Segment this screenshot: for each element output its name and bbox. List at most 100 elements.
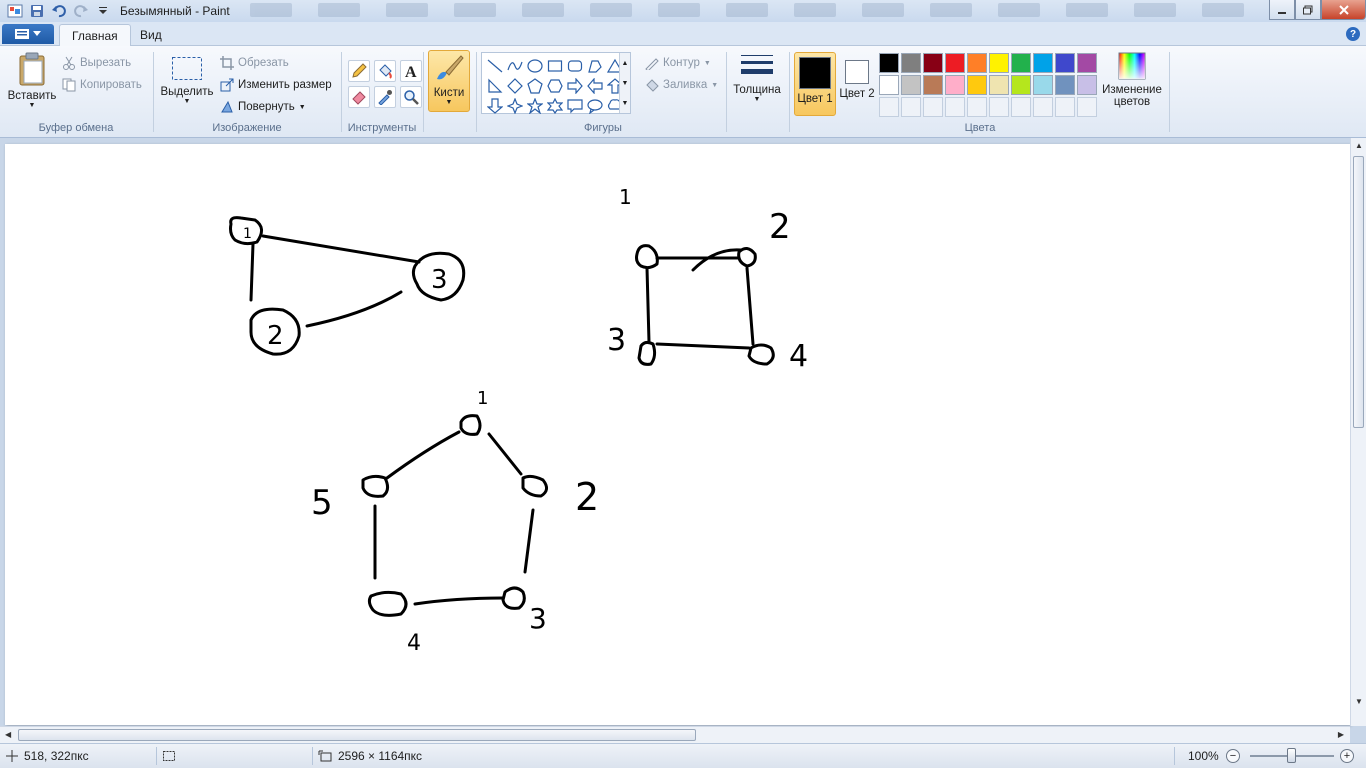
palette-swatch[interactable]: [967, 75, 987, 95]
scroll-right-arrow[interactable]: ▶: [1338, 730, 1344, 739]
palette-swatch[interactable]: [1011, 75, 1031, 95]
palette-swatch[interactable]: [923, 75, 943, 95]
palette-swatch[interactable]: [1077, 75, 1097, 95]
help-icon[interactable]: ?: [1346, 27, 1360, 41]
shape-right-triangle[interactable]: [485, 76, 505, 96]
horizontal-scrollbar[interactable]: ◀ ▶: [0, 726, 1350, 743]
custom-color-slot[interactable]: [1055, 97, 1075, 117]
custom-color-slot[interactable]: [879, 97, 899, 117]
color-picker-tool[interactable]: [374, 86, 396, 108]
zoom-in-button[interactable]: +: [1340, 749, 1354, 763]
crop-icon: [220, 56, 234, 70]
fill-tool[interactable]: [374, 60, 396, 82]
scroll-up-arrow[interactable]: ▲: [1355, 141, 1363, 150]
palette-swatch[interactable]: [1055, 75, 1075, 95]
palette-swatch[interactable]: [1011, 53, 1031, 73]
brushes-button[interactable]: Кисти ▼: [428, 50, 470, 112]
expand-gallery-icon[interactable]: ▼: [622, 100, 629, 107]
g3-edge-4-3: [413, 596, 505, 606]
palette-swatch[interactable]: [901, 53, 921, 73]
palette-swatch[interactable]: [967, 53, 987, 73]
palette-swatch[interactable]: [1033, 75, 1053, 95]
color2-button[interactable]: Цвет 2: [838, 52, 876, 116]
close-button[interactable]: [1321, 0, 1366, 20]
shape-arrow-left[interactable]: [585, 76, 605, 96]
shape-star-five[interactable]: [525, 96, 545, 116]
paint-menu-button[interactable]: [2, 24, 54, 44]
custom-color-slot[interactable]: [901, 97, 921, 117]
copy-button[interactable]: Копировать: [62, 78, 142, 92]
custom-color-slot[interactable]: [1033, 97, 1053, 117]
zoom-out-button[interactable]: −: [1226, 749, 1240, 763]
customize-qat-icon[interactable]: [94, 2, 112, 20]
palette-swatch[interactable]: [901, 75, 921, 95]
maximize-button[interactable]: [1295, 0, 1321, 20]
palette-swatch[interactable]: [945, 53, 965, 73]
vertical-scrollbar[interactable]: ▲ ▼: [1350, 138, 1366, 726]
rotate-button[interactable]: Повернуть ▼: [220, 100, 306, 114]
shape-rectangle[interactable]: [545, 56, 565, 76]
magnifier-tool[interactable]: [400, 86, 422, 108]
custom-color-slot[interactable]: [1077, 97, 1097, 117]
shape-polygon[interactable]: [585, 56, 605, 76]
shape-line[interactable]: [485, 56, 505, 76]
custom-color-slot[interactable]: [923, 97, 943, 117]
palette-swatch[interactable]: [1055, 53, 1075, 73]
pencil-tool[interactable]: [348, 60, 370, 82]
scroll-up-icon[interactable]: ▲: [622, 60, 629, 67]
shape-hexagon[interactable]: [545, 76, 565, 96]
cut-button[interactable]: Вырезать: [62, 56, 131, 70]
scroll-down-arrow[interactable]: ▼: [1355, 697, 1363, 706]
g2-stroke-extra: [691, 248, 743, 272]
custom-color-slot[interactable]: [1011, 97, 1031, 117]
crop-button[interactable]: Обрезать: [220, 56, 289, 70]
eyedropper-icon: [378, 90, 392, 105]
shapes-scroll[interactable]: ▲ ▼ ▼: [619, 53, 630, 113]
edit-colors-button[interactable]: Изменение цветов: [1100, 52, 1164, 108]
resize-button[interactable]: Изменить размер: [220, 78, 332, 92]
fill-button[interactable]: Заливка ▼: [645, 78, 718, 92]
outline-button[interactable]: Контур ▼: [645, 56, 711, 70]
tab-view[interactable]: Вид: [128, 24, 174, 46]
redo-icon[interactable]: [72, 2, 90, 20]
minimize-button[interactable]: [1269, 0, 1295, 20]
scroll-down-icon[interactable]: ▼: [622, 80, 629, 87]
vertical-scroll-thumb[interactable]: [1353, 156, 1364, 428]
shape-star-six[interactable]: [545, 96, 565, 116]
shape-diamond[interactable]: [505, 76, 525, 96]
shape-pentagon[interactable]: [525, 76, 545, 96]
shape-arrow-down[interactable]: [485, 96, 505, 116]
tab-home[interactable]: Главная: [59, 24, 131, 47]
palette-swatch[interactable]: [923, 53, 943, 73]
palette-swatch[interactable]: [945, 75, 965, 95]
horizontal-scroll-thumb[interactable]: [18, 729, 696, 741]
save-icon[interactable]: [28, 2, 46, 20]
thickness-button[interactable]: Толщина ▼: [730, 54, 784, 103]
color1-button[interactable]: Цвет 1: [794, 52, 836, 116]
eraser-tool[interactable]: [348, 86, 370, 108]
palette-swatch[interactable]: [989, 75, 1009, 95]
undo-icon[interactable]: [50, 2, 68, 20]
palette-swatch[interactable]: [879, 53, 899, 73]
palette-swatch[interactable]: [989, 53, 1009, 73]
custom-color-slot[interactable]: [945, 97, 965, 117]
palette-swatch[interactable]: [879, 75, 899, 95]
shape-curve[interactable]: [505, 56, 525, 76]
palette-swatch[interactable]: [1033, 53, 1053, 73]
shape-rounded-rectangle[interactable]: [565, 56, 585, 76]
drawing-canvas[interactable]: 1 3 2 1 2 3 4 1 2 3 4 5: [5, 144, 1350, 725]
select-button[interactable]: Выделить ▼: [158, 54, 216, 105]
shape-callout-rect[interactable]: [565, 96, 585, 116]
shape-oval[interactable]: [525, 56, 545, 76]
shape-arrow-right[interactable]: [565, 76, 585, 96]
text-tool[interactable]: A: [400, 60, 422, 82]
custom-color-slot[interactable]: [989, 97, 1009, 117]
zoom-slider-thumb[interactable]: [1287, 748, 1296, 763]
scroll-left-arrow[interactable]: ◀: [5, 730, 11, 739]
shape-callout-oval[interactable]: [585, 96, 605, 116]
paint-app-icon[interactable]: [6, 2, 24, 20]
palette-swatch[interactable]: [1077, 53, 1097, 73]
custom-color-slot[interactable]: [967, 97, 987, 117]
shape-star-four[interactable]: [505, 96, 525, 116]
paste-button[interactable]: Вставить ▼: [6, 52, 58, 109]
